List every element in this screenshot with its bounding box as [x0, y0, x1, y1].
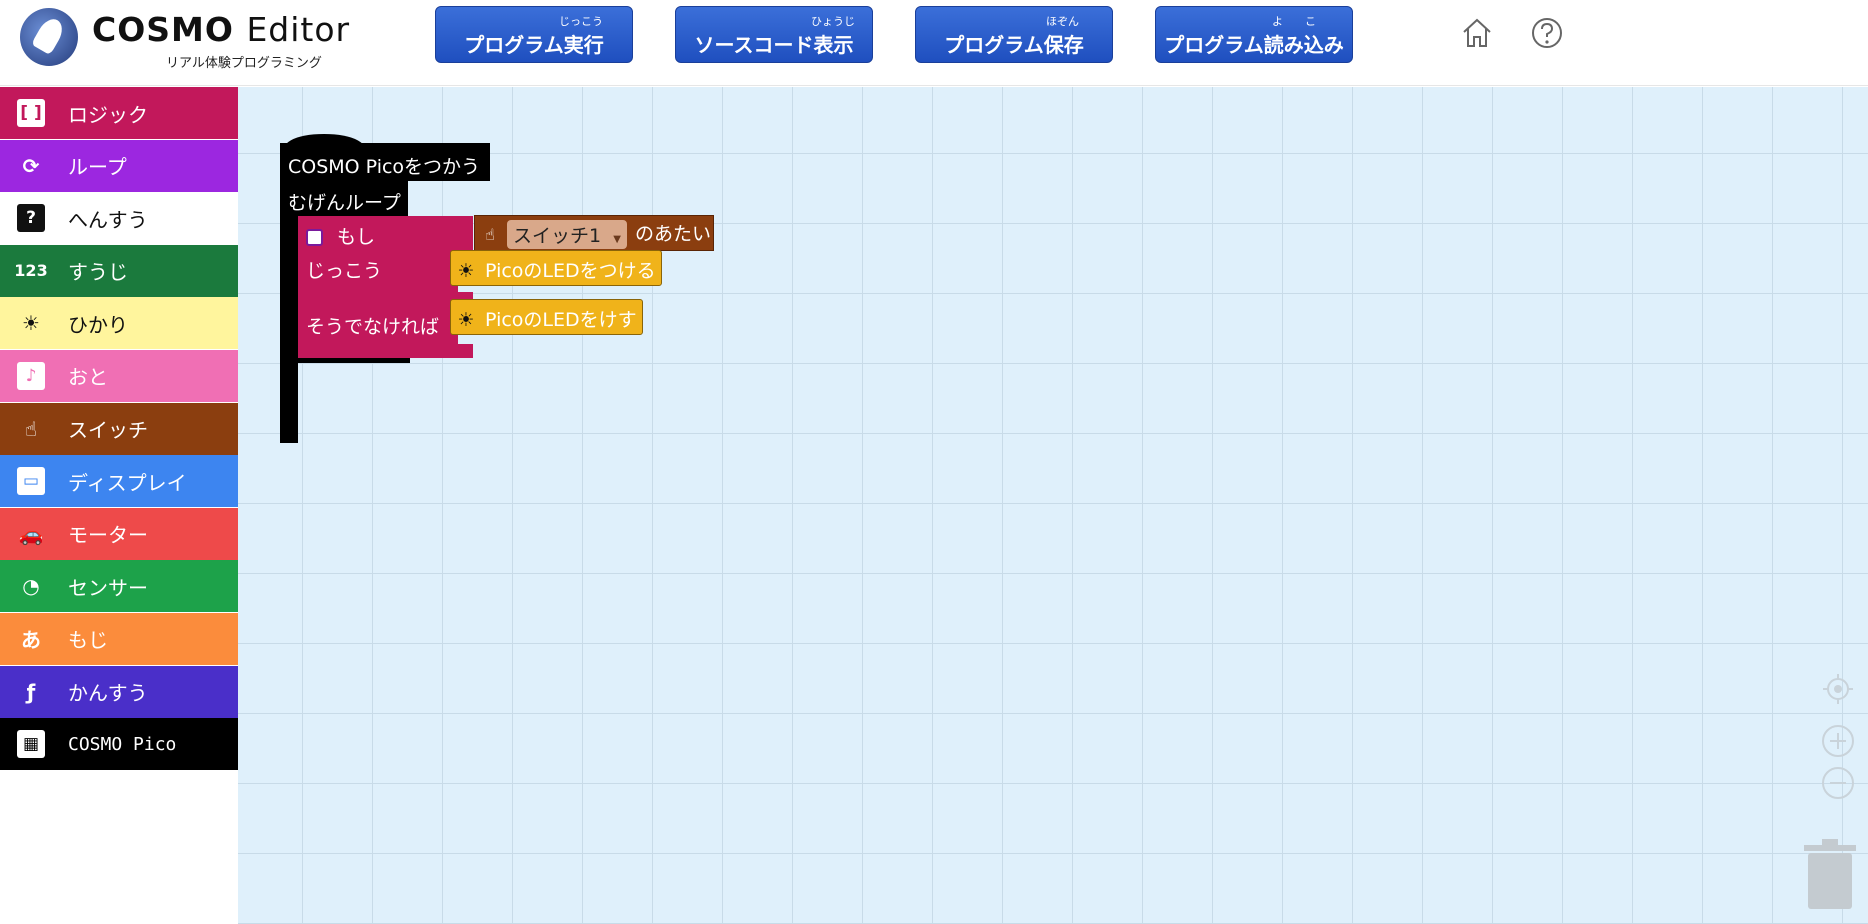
category-4[interactable]: 123 すうじ	[0, 244, 238, 297]
then-section: じっこう	[298, 252, 458, 292]
category-label: すうじ	[68, 260, 128, 285]
category-7[interactable]: ☝ スイッチ	[0, 402, 238, 455]
app-title: COSMO Editor	[92, 10, 351, 49]
category-label: へんすう	[68, 207, 148, 232]
switch-value-block[interactable]: ☝ スイッチ1 ▼ のあたい	[474, 215, 714, 251]
then-bottom-divider	[298, 292, 473, 306]
category-label: ループ	[68, 155, 127, 180]
category-6[interactable]: ♪ おと	[0, 349, 238, 402]
forever-loop-side	[280, 217, 298, 443]
category-label: COSMO Pico	[68, 733, 177, 755]
app-subtitle: リアル体験プログラミング	[166, 56, 322, 71]
category-label: モーター	[68, 523, 148, 548]
logic-bracket-icon: [ ]	[17, 99, 45, 127]
category-12[interactable]: ƒ かんすう	[0, 665, 238, 718]
if-block-bottom	[298, 344, 473, 358]
loop-arrows-icon: ⟳	[22, 153, 40, 178]
gear-settings-icon[interactable]	[306, 229, 323, 246]
category-3[interactable]: ? へんすう	[0, 192, 238, 245]
number-123-icon: 123	[14, 261, 48, 281]
trash-icon[interactable]	[1802, 837, 1858, 909]
car-motor-icon: 🚗	[18, 521, 44, 546]
light-bulb-icon: ☀	[22, 311, 40, 336]
top-header: COSMO Editor リアル体験プログラミング じっこう プログラム実行 ひ…	[0, 0, 1868, 86]
category-sidebar: [ ] ロジック ⟳ ループ? へんすう 123 すうじ ☀ ひかり ♪ おと ☝ スイッチ ▭ ディスプレ…	[0, 87, 238, 924]
display-monitor-icon: ▭	[17, 467, 45, 496]
rocket-logo-icon	[20, 8, 78, 66]
function-f-icon: ƒ	[26, 679, 36, 704]
chip-board-icon: ▦	[17, 730, 45, 759]
else-section: そうでなければ	[298, 306, 458, 344]
text-a-icon: あ	[21, 628, 41, 653]
app-logo[interactable]: COSMO Editor リアル体験プログラミング	[20, 6, 400, 71]
light-bulb-icon: ☀	[457, 260, 475, 282]
category-9[interactable]: 🚗 モーター	[0, 507, 238, 560]
category-label: おと	[68, 365, 108, 390]
switch-dropdown[interactable]: スイッチ1 ▼	[507, 220, 627, 249]
led-off-block[interactable]: ☀ PicoのLEDをけす	[450, 299, 643, 335]
category-label: ディスプレイ	[68, 470, 187, 495]
switch-touch-icon: ☝	[485, 225, 495, 244]
led-on-block[interactable]: ☀ PicoのLEDをつける	[450, 250, 662, 286]
chevron-down-icon: ▼	[613, 234, 621, 245]
category-10[interactable]: ◔ センサー	[0, 560, 238, 613]
category-label: もじ	[68, 628, 108, 653]
block-workspace[interactable]: COSMO Picoをつかう むげんループ もし じっこう そうでなければ ☝ …	[238, 87, 1868, 924]
category-11[interactable]: あ もじ	[0, 612, 238, 665]
forever-loop-block[interactable]: むげんループ	[280, 181, 408, 217]
category-1[interactable]: [ ] ロジック	[0, 87, 238, 139]
if-block[interactable]: もし	[298, 216, 473, 252]
home-icon[interactable]	[1460, 16, 1494, 50]
zoom-out-icon[interactable]	[1821, 766, 1855, 800]
gauge-sensor-icon: ◔	[22, 574, 40, 599]
help-icon[interactable]	[1530, 16, 1564, 50]
category-8[interactable]: ▭ ディスプレイ	[0, 455, 238, 508]
run-program-button[interactable]: じっこう プログラム実行	[435, 6, 633, 63]
show-source-button[interactable]: ひょうじ ソースコード表示	[675, 6, 873, 63]
category-13[interactable]: ▦ COSMO Pico	[0, 718, 238, 771]
variable-question-icon: ?	[17, 204, 45, 233]
category-label: かんすう	[68, 681, 148, 706]
cosmo-pico-start-block[interactable]: COSMO Picoをつかう	[280, 143, 490, 181]
zoom-in-icon[interactable]	[1821, 724, 1855, 758]
category-label: センサー	[68, 575, 148, 600]
save-program-button[interactable]: ほぞん プログラム保存	[915, 6, 1113, 63]
switch-touch-icon: ☝	[24, 416, 38, 441]
category-label: ロジック	[68, 102, 148, 127]
category-label: ひかり	[68, 312, 128, 337]
light-bulb-icon: ☀	[457, 309, 475, 331]
load-program-button[interactable]: よ こ プログラム読み込み	[1155, 6, 1353, 63]
music-note-icon: ♪	[17, 361, 45, 390]
category-2[interactable]: ⟳ ループ	[0, 139, 238, 192]
recenter-icon[interactable]	[1821, 672, 1855, 706]
category-5[interactable]: ☀ ひかり	[0, 297, 238, 350]
category-label: スイッチ	[68, 418, 148, 443]
